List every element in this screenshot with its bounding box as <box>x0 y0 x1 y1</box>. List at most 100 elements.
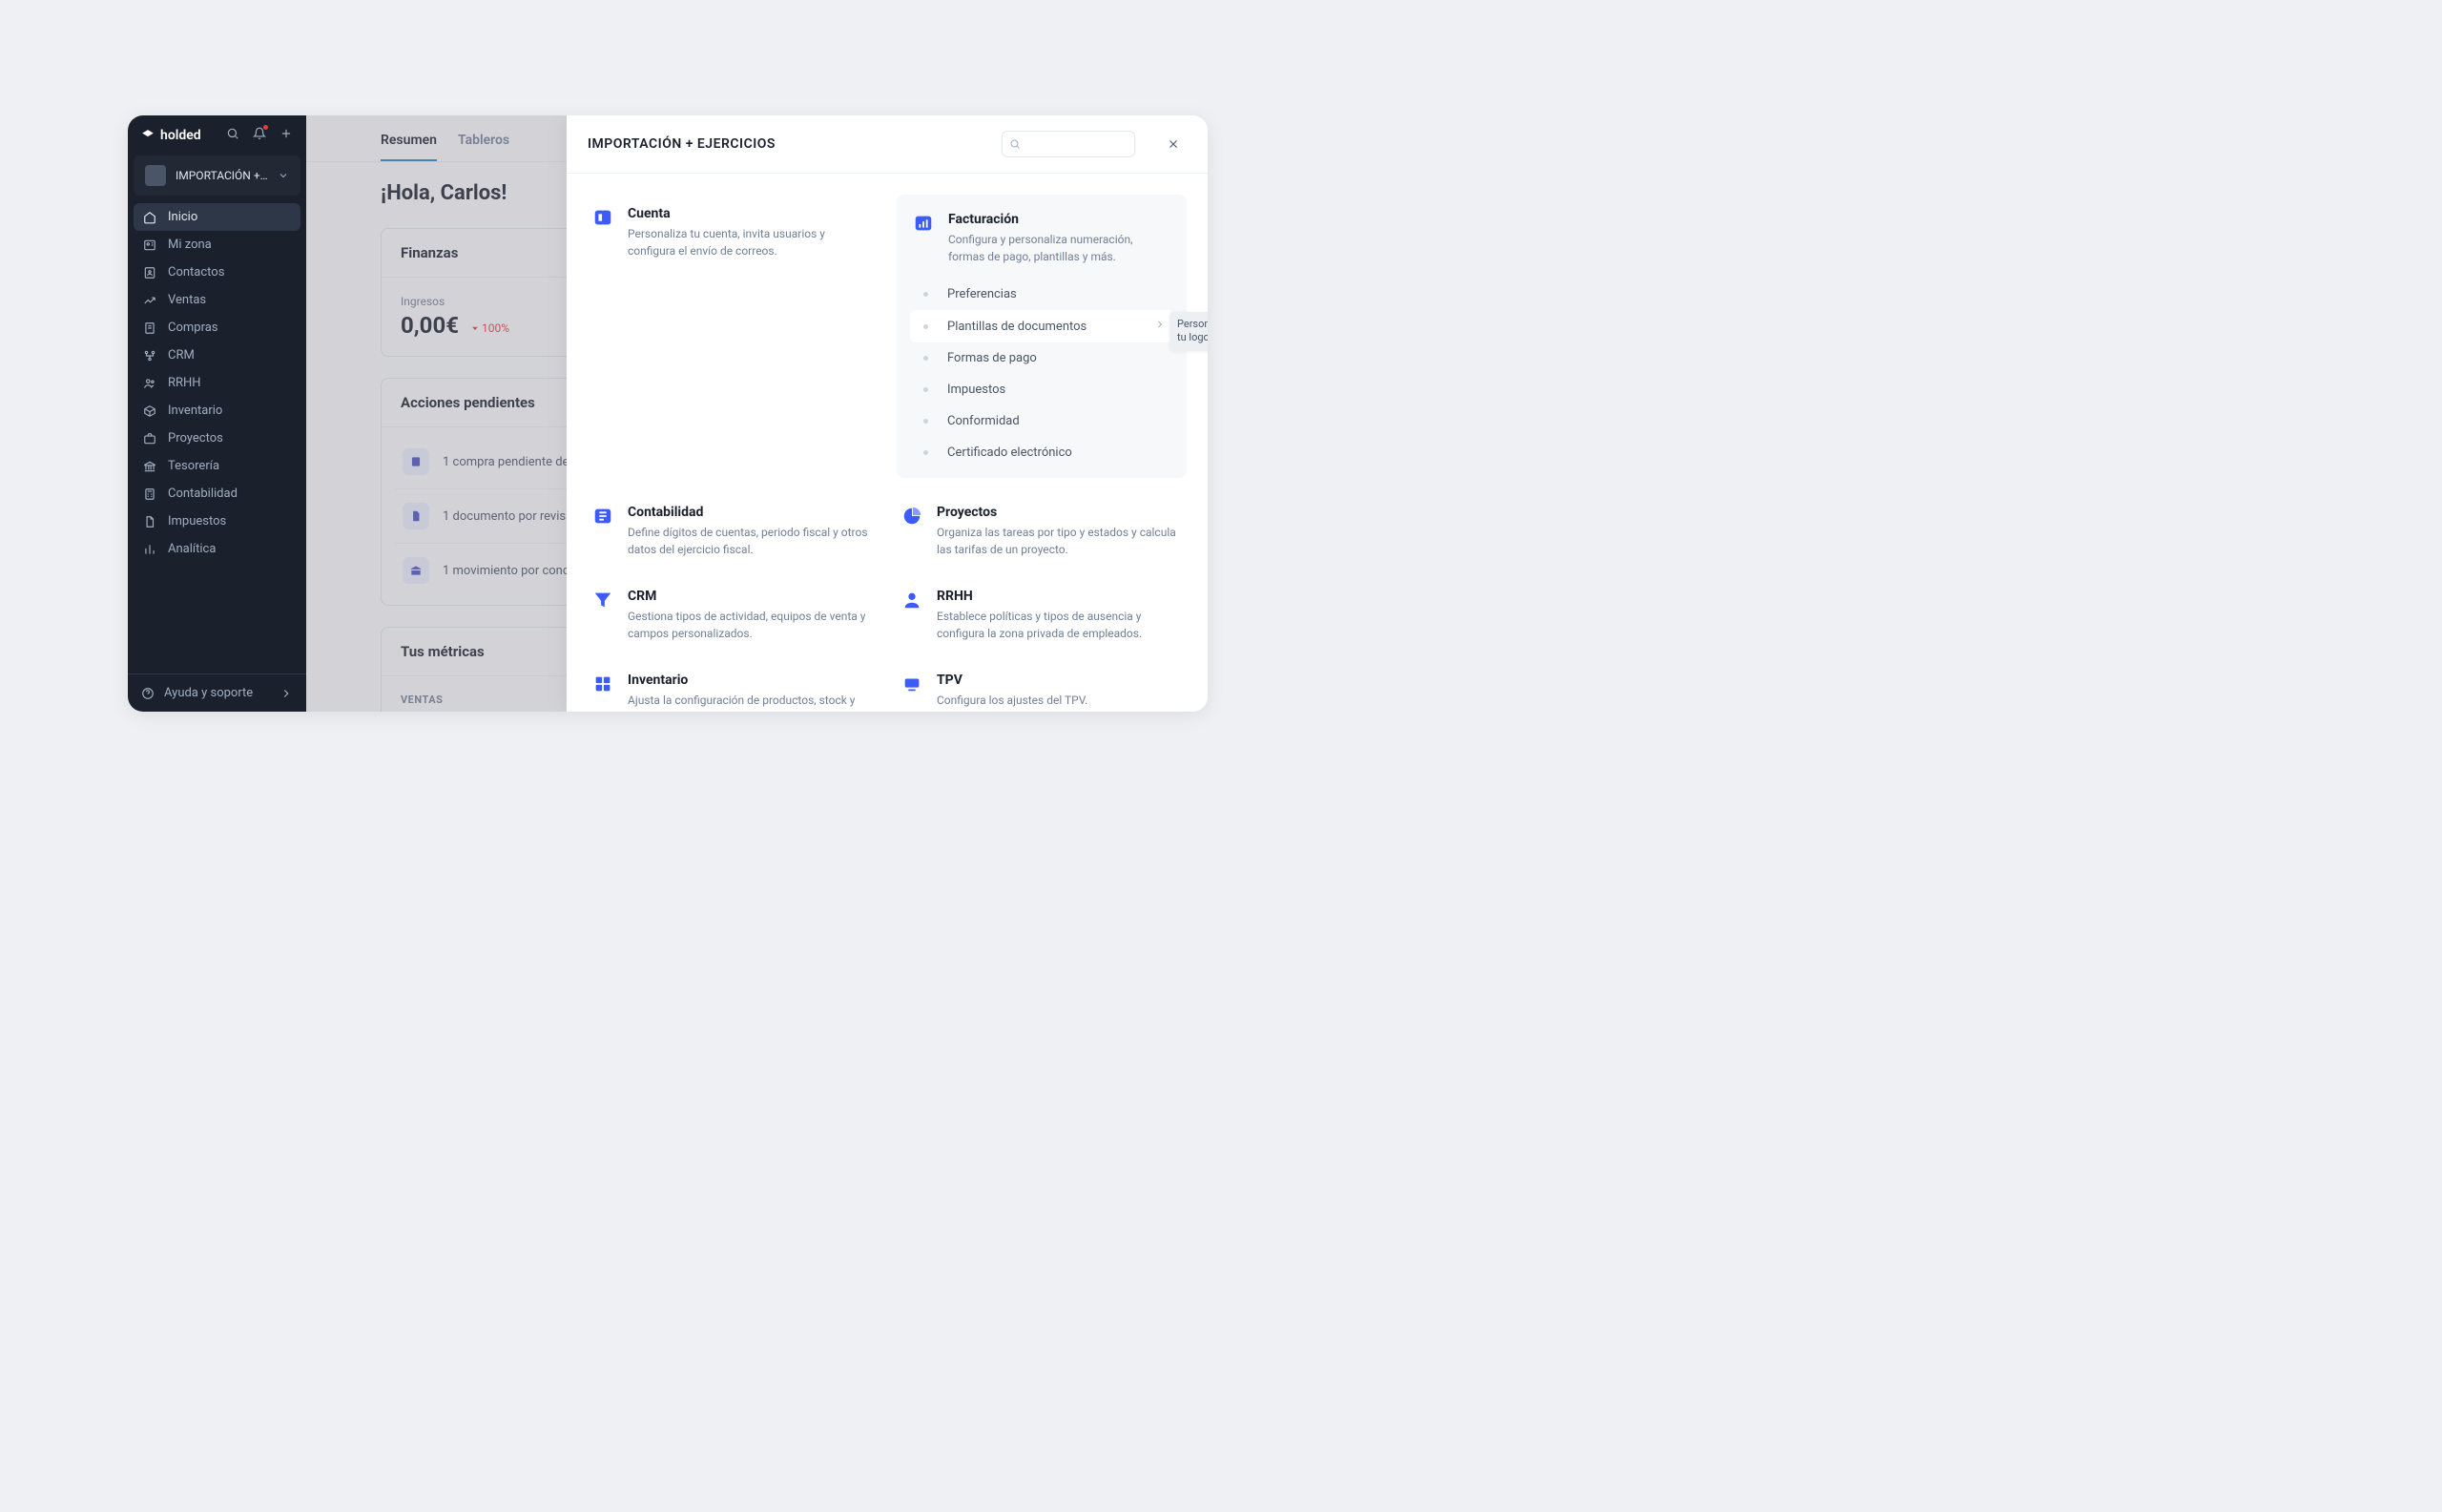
pie-icon <box>900 505 923 528</box>
document-icon <box>143 515 156 528</box>
search-input[interactable] <box>1002 131 1135 157</box>
funnel-icon <box>591 589 614 611</box>
person-icon <box>900 589 923 611</box>
help-label: Ayuda y soporte <box>164 686 253 700</box>
bullet-icon <box>923 356 928 361</box>
sidebar-item-inicio[interactable]: Inicio <box>134 203 300 231</box>
bullet-icon <box>923 450 928 455</box>
category-title: Cuenta <box>628 206 874 221</box>
bullet-icon <box>923 387 928 392</box>
sidebar-item-label: Inicio <box>168 210 197 224</box>
subitem-conformidad[interactable]: Conformidad <box>910 405 1173 437</box>
brand-logo[interactable]: holded <box>141 128 201 143</box>
category-proyectos[interactable]: ProyectosOrganiza las tareas por tipo y … <box>897 493 1187 577</box>
sidebar-nav: Inicio Mi zona Contactos Ventas Compras … <box>128 196 306 673</box>
subitem-label: Plantillas de documentos <box>947 320 1086 334</box>
close-button[interactable] <box>1160 131 1187 157</box>
sidebar-item-label: Proyectos <box>168 431 223 445</box>
bank-icon <box>143 460 156 473</box>
sidebar-item-mizona[interactable]: Mi zona <box>134 231 300 259</box>
settings-title: IMPORTACIÓN + EJERCICIOS <box>588 136 776 152</box>
category-contabilidad[interactable]: Contabilidad Define dígitos de cuentas, p… <box>588 493 878 577</box>
invoice-icon <box>912 212 935 235</box>
category-title: Contabilidad <box>628 505 874 520</box>
subitem-preferencias[interactable]: Preferencias <box>910 279 1173 310</box>
accounting-icon <box>591 505 614 528</box>
bullet-icon <box>923 419 928 424</box>
subitem-label: Impuestos <box>947 383 1005 397</box>
bell-icon[interactable] <box>253 127 266 144</box>
sidebar-item-label: Tesorería <box>168 459 219 473</box>
grid-icon <box>591 673 614 695</box>
category-facturacion-expanded: Facturación Configura y personaliza nume… <box>897 195 1187 478</box>
contacts-icon <box>143 266 156 280</box>
facturacion-sublist: Preferencias Plantillas de documentos Pe… <box>910 279 1173 468</box>
category-title: Facturación <box>948 212 1171 227</box>
sidebar-item-label: Contabilidad <box>168 487 238 501</box>
help-support[interactable]: Ayuda y soporte <box>128 673 306 712</box>
category-title: RRHH <box>937 589 1183 604</box>
subitem-plantillas[interactable]: Plantillas de documentos Personaliza tus… <box>910 310 1173 342</box>
category-crm[interactable]: CRMGestiona tipos de actividad, equipos … <box>588 577 878 661</box>
subitem-label: Certificado electrónico <box>947 445 1072 460</box>
chevron-down-icon <box>278 170 289 181</box>
sidebar-item-analitica[interactable]: Analítica <box>134 535 300 563</box>
sidebar-item-label: Inventario <box>168 404 222 418</box>
plus-icon[interactable] <box>279 127 293 144</box>
app-window: holded IMPORTACIÓN + EJE… Inicio Mi zona… <box>128 115 1208 712</box>
settings-search[interactable] <box>1002 131 1135 157</box>
category-cuenta[interactable]: Cuenta Personaliza tu cuenta, invita usu… <box>588 195 878 493</box>
category-rrhh[interactable]: RRHH Establece políticas y tipos de ausen… <box>897 577 1187 661</box>
sidebar-item-crm[interactable]: CRM <box>134 342 300 369</box>
sidebar-item-contactos[interactable]: Contactos <box>134 259 300 286</box>
sidebar-item-rrhh[interactable]: RRHH <box>134 369 300 397</box>
category-desc: Configura los ajustes del TPV. <box>937 692 1087 709</box>
brand-name: holded <box>160 128 201 143</box>
receipt-icon <box>143 321 156 335</box>
subitem-certificado[interactable]: Certificado electrónico <box>910 437 1173 468</box>
category-desc: Ajusta la configuración de productos, st… <box>628 692 874 712</box>
sidebar-item-ventas[interactable]: Ventas <box>134 286 300 314</box>
category-facturacion[interactable]: Facturación Configura y personaliza nume… <box>910 208 1173 279</box>
account-icon <box>591 206 614 229</box>
category-title: CRM <box>628 589 874 604</box>
category-desc: Establece políticas y tipos de ausencia … <box>937 608 1183 642</box>
sidebar-item-label: Analítica <box>168 542 216 556</box>
settings-header: IMPORTACIÓN + EJERCICIOS <box>567 115 1208 174</box>
sidebar-item-inventario[interactable]: Inventario <box>134 397 300 425</box>
sidebar-item-label: RRHH <box>168 376 201 390</box>
subitem-label: Preferencias <box>947 287 1017 301</box>
help-icon <box>141 687 155 700</box>
sidebar-item-impuestos[interactable]: Impuestos <box>134 507 300 535</box>
sidebar-item-label: Ventas <box>168 293 206 307</box>
category-inventario[interactable]: Inventario Ajusta la configuración de pro… <box>588 661 878 712</box>
settings-panel: IMPORTACIÓN + EJERCICIOS Cuenta Personal… <box>567 115 1208 712</box>
crm-icon <box>143 349 156 362</box>
category-title: Inventario <box>628 673 874 688</box>
sidebar-item-compras[interactable]: Compras <box>134 314 300 342</box>
sidebar-header: holded <box>128 115 306 155</box>
sidebar-item-contabilidad[interactable]: Contabilidad <box>134 480 300 507</box>
user-icon <box>143 238 156 252</box>
sidebar-item-label: Compras <box>168 321 218 335</box>
box-icon <box>143 404 156 418</box>
workspace-name: IMPORTACIÓN + EJE… <box>176 169 268 182</box>
sidebar-item-proyectos[interactable]: Proyectos <box>134 425 300 452</box>
settings-body: Cuenta Personaliza tu cuenta, invita usu… <box>567 174 1208 712</box>
search-icon <box>1009 138 1021 150</box>
logo-icon <box>141 129 155 142</box>
category-desc: Organiza las tareas por tipo y estados y… <box>937 524 1183 558</box>
home-icon <box>143 211 156 224</box>
sidebar-item-label: Contactos <box>168 265 224 280</box>
subitem-formas-pago[interactable]: Formas de pago <box>910 342 1173 374</box>
category-tpv[interactable]: TPV Configura los ajustes del TPV. <box>897 661 1187 712</box>
category-desc: Configura y personaliza numeración, form… <box>948 231 1171 265</box>
subitem-impuestos[interactable]: Impuestos <box>910 374 1173 405</box>
search-icon[interactable] <box>226 127 239 144</box>
sidebar: holded IMPORTACIÓN + EJE… Inicio Mi zona… <box>128 115 306 712</box>
category-desc: Define dígitos de cuentas, periodo fisca… <box>628 524 874 558</box>
category-title: TPV <box>937 673 1087 688</box>
pos-icon <box>900 673 923 695</box>
workspace-switcher[interactable]: IMPORTACIÓN + EJE… <box>134 155 300 196</box>
sidebar-item-tesoreria[interactable]: Tesorería <box>134 452 300 480</box>
